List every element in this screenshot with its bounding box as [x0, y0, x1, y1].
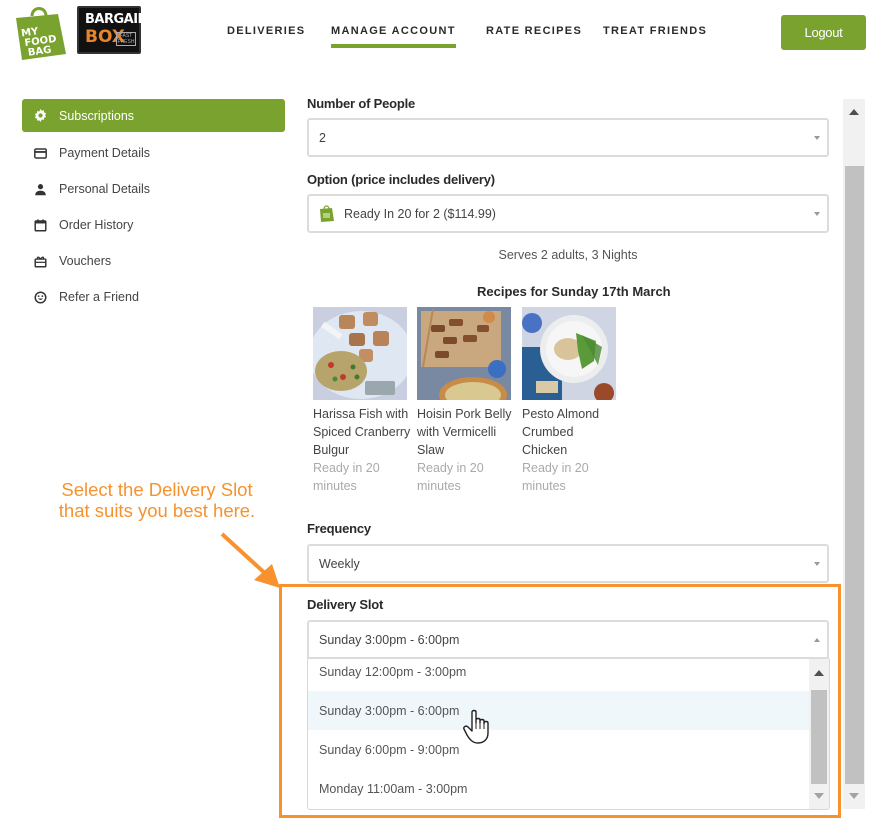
recipe-name: Hoisin Pork Belly with Vermicelli Slaw — [417, 407, 512, 457]
recipe-image — [522, 307, 616, 400]
scroll-down-arrow-icon[interactable] — [849, 793, 859, 799]
nav-treat-friends[interactable]: TREAT FRIENDS — [603, 25, 707, 37]
option-select[interactable]: Ready In 20 for 2 ($114.99) — [307, 194, 829, 233]
scroll-up-arrow-icon[interactable] — [849, 109, 859, 115]
sidebar-item-subscriptions[interactable]: Subscriptions — [22, 99, 285, 132]
bargain-box-logo-line1: BARGAIN — [85, 12, 148, 27]
bargain-box-logo-badge: FAST FRESH — [116, 32, 136, 46]
sidebar-item-vouchers[interactable]: Vouchers — [22, 243, 285, 279]
recipe-card[interactable]: Pesto Almond Crumbed Chicken Ready in 20… — [522, 307, 622, 495]
frequency-value: Weekly — [319, 556, 360, 571]
account-sidebar: Subscriptions Payment Details Personal D… — [22, 99, 285, 315]
chevron-down-icon — [814, 136, 820, 140]
recipes-title: Recipes for Sunday 17th March — [477, 284, 671, 299]
frequency-label: Frequency — [307, 521, 371, 536]
logo-text-bag: BAG — [27, 45, 52, 59]
frequency-select[interactable]: Weekly — [307, 544, 829, 583]
sidebar-item-refer-a-friend[interactable]: Refer a Friend — [22, 279, 285, 315]
chevron-down-icon — [814, 562, 820, 566]
page-scrollbar[interactable] — [843, 99, 865, 809]
sidebar-item-label: Order History — [59, 218, 134, 232]
sidebar-item-personal-details[interactable]: Personal Details — [22, 171, 285, 207]
people-label: Number of People — [307, 96, 416, 111]
recipe-image — [417, 307, 511, 400]
sidebar-item-order-history[interactable]: Order History — [22, 207, 285, 243]
sidebar-item-payment-details[interactable]: Payment Details — [22, 135, 285, 171]
annotation-line1: Select the Delivery Slot — [61, 479, 253, 500]
people-value: 2 — [319, 130, 326, 145]
page-scrollbar-thumb[interactable] — [845, 166, 864, 784]
recipe-image — [313, 307, 407, 400]
credit-card-icon — [33, 146, 47, 160]
annotation-line2: that suits you best here. — [58, 500, 256, 521]
nav-deliveries[interactable]: DELIVERIES — [227, 25, 305, 37]
smiley-icon — [33, 290, 47, 304]
logout-button[interactable]: Logout — [781, 15, 866, 50]
recipe-time: Ready in 20 minutes — [417, 461, 484, 493]
sidebar-item-label: Payment Details — [59, 146, 151, 160]
food-bag-icon — [320, 205, 334, 222]
recipe-name: Harissa Fish with Spiced Cranberry Bulgu… — [313, 407, 411, 457]
sidebar-item-label: Vouchers — [59, 254, 112, 268]
recipe-card[interactable]: Hoisin Pork Belly with Vermicelli Slaw R… — [417, 307, 517, 495]
my-food-bag-logo[interactable]: MY FOOD BAG — [12, 4, 68, 60]
recipe-time: Ready in 20 minutes — [522, 461, 589, 493]
person-icon — [33, 182, 47, 196]
people-select[interactable]: 2 — [307, 118, 829, 157]
annotation-arrow-icon — [220, 532, 280, 588]
gear-icon — [33, 109, 47, 123]
serves-text: Serves 2 adults, 3 Nights — [498, 248, 638, 262]
recipe-card[interactable]: Harissa Fish with Spiced Cranberry Bulgu… — [313, 307, 413, 495]
annotation-callout: Select the Delivery Slot that suits you … — [52, 479, 262, 521]
sidebar-item-label: Refer a Friend — [59, 290, 139, 304]
option-value: Ready In 20 for 2 ($114.99) — [344, 206, 496, 221]
sidebar-item-label: Subscriptions — [59, 108, 135, 123]
bargain-box-logo[interactable]: BARGAIN BOX FAST FRESH — [77, 6, 148, 54]
annotation-highlight-box — [279, 584, 841, 818]
nav-manage-account[interactable]: MANAGE ACCOUNT — [331, 25, 456, 48]
hand-cursor-icon — [463, 709, 489, 744]
option-label: Option (price includes delivery) — [307, 172, 495, 187]
sidebar-item-label: Personal Details — [59, 182, 151, 196]
calendar-icon — [33, 218, 47, 232]
chevron-down-icon — [814, 212, 820, 216]
recipe-name: Pesto Almond Crumbed Chicken — [522, 407, 600, 457]
recipe-time: Ready in 20 minutes — [313, 461, 380, 493]
gift-icon — [33, 254, 47, 268]
nav-rate-recipes[interactable]: RATE RECIPES — [486, 25, 582, 37]
